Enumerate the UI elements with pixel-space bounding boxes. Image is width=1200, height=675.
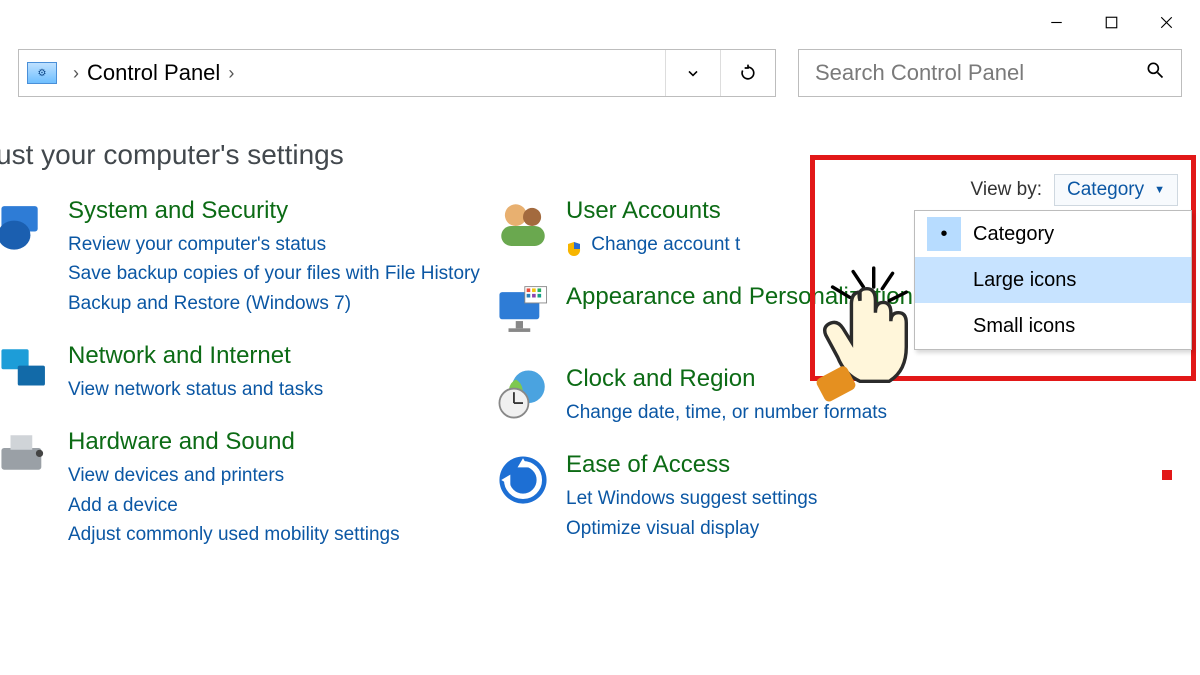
annotation-marker: [1162, 470, 1172, 480]
category-link[interactable]: Add a device: [68, 491, 400, 520]
breadcrumb-item[interactable]: Control Panel: [87, 60, 220, 86]
annotation-pointing-hand-icon: [800, 260, 920, 410]
category-title[interactable]: System and Security: [68, 197, 480, 226]
selected-indicator-icon: •: [927, 217, 961, 251]
ease-of-access-icon: [494, 451, 552, 509]
crumb-separator: ›: [65, 63, 87, 84]
category-title[interactable]: Hardware and Sound: [68, 428, 400, 457]
category-link[interactable]: Adjust commonly used mobility settings: [68, 520, 400, 549]
address-bar[interactable]: ⚙ › Control Panel ›: [18, 49, 776, 97]
window-titlebar: [0, 0, 1200, 45]
page-title: ust your computer's settings: [0, 139, 1200, 171]
minimize-button[interactable]: [1029, 3, 1084, 43]
dropdown-item-small-icons[interactable]: Small icons: [915, 303, 1191, 349]
refresh-button[interactable]: [720, 50, 775, 96]
navigation-row: ⚙ › Control Panel › Search Control Panel: [0, 45, 1200, 103]
category-ease-of-access: Ease of Access Let Windows suggest setti…: [494, 451, 1200, 543]
close-button[interactable]: [1139, 3, 1194, 43]
category-title[interactable]: Ease of Access: [566, 451, 817, 480]
maximize-button[interactable]: [1084, 3, 1139, 43]
category-title[interactable]: User Accounts: [566, 197, 740, 226]
view-by-dropdown-button[interactable]: Category ▼: [1054, 174, 1178, 206]
category-link[interactable]: Save backup copies of your files with Fi…: [68, 259, 480, 288]
dropdown-item-large-icons[interactable]: Large icons: [915, 257, 1191, 303]
category-link[interactable]: Review your computer's status: [68, 230, 480, 259]
category-network: Network and Internet View network status…: [0, 342, 494, 404]
search-icon: [1145, 60, 1165, 86]
category-hardware: Hardware and Sound View devices and prin…: [0, 428, 494, 549]
view-by-control: View by: Category ▼: [971, 174, 1178, 206]
dropdown-item-category[interactable]: • Category: [915, 211, 1191, 257]
crumb-separator: ›: [220, 63, 242, 84]
shield-icon: [0, 197, 54, 255]
search-placeholder: Search Control Panel: [815, 60, 1024, 86]
category-link[interactable]: View devices and printers: [68, 461, 400, 490]
uac-shield-icon: [566, 237, 582, 253]
search-input[interactable]: Search Control Panel: [798, 49, 1182, 97]
network-icon: [0, 342, 54, 400]
chevron-down-icon: ▼: [1154, 184, 1165, 196]
users-icon: [494, 197, 552, 255]
category-system-security: System and Security Review your computer…: [0, 197, 494, 318]
category-link[interactable]: Let Windows suggest settings: [566, 484, 817, 513]
category-link[interactable]: View network status and tasks: [68, 375, 323, 404]
category-link[interactable]: Change account t: [566, 230, 740, 259]
control-panel-icon: ⚙: [27, 62, 57, 84]
address-history-dropdown[interactable]: [665, 50, 720, 96]
view-by-label: View by:: [971, 179, 1042, 201]
clock-globe-icon: [494, 365, 552, 423]
printer-icon: [0, 428, 54, 486]
view-by-dropdown-menu: • Category Large icons Small icons: [914, 210, 1192, 350]
category-link[interactable]: Optimize visual display: [566, 514, 817, 543]
category-link[interactable]: Backup and Restore (Windows 7): [68, 289, 480, 318]
category-title[interactable]: Network and Internet: [68, 342, 323, 371]
display-icon: [494, 283, 552, 341]
